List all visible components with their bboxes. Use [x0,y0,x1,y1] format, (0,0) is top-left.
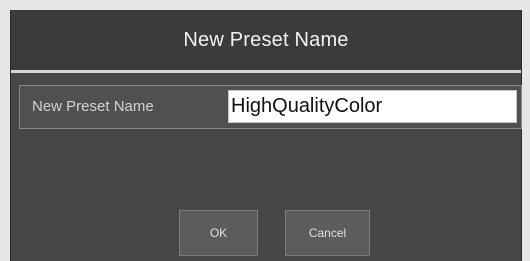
preset-name-row: New Preset Name [19,85,522,129]
dialog-title: New Preset Name [183,28,349,51]
title-divider [11,70,521,73]
ok-button[interactable]: OK [179,210,258,256]
new-preset-dialog: New Preset Name New Preset Name OK Cance… [10,10,522,261]
dialog-title-bar: New Preset Name [11,10,521,70]
preset-name-label: New Preset Name [32,98,154,115]
preset-name-input[interactable] [228,90,517,123]
cancel-button[interactable]: Cancel [285,210,370,256]
